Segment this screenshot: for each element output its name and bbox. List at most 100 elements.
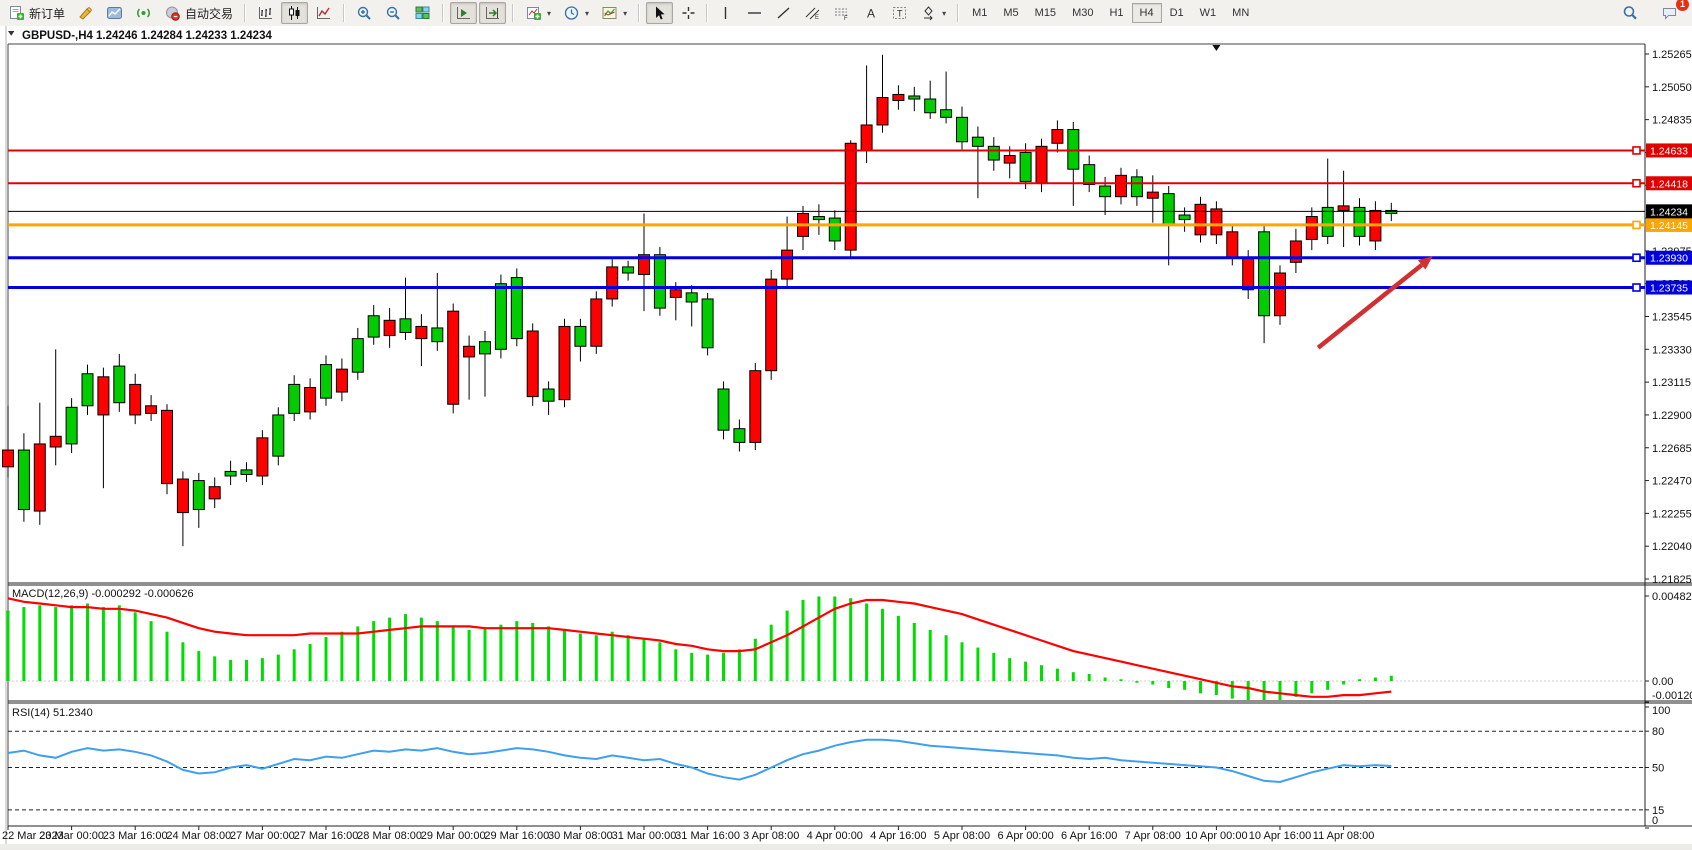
chart-profile-button[interactable] <box>101 2 128 24</box>
svg-text:1.24418: 1.24418 <box>1650 178 1688 190</box>
crayon-button[interactable] <box>72 2 99 24</box>
toolbar-separator <box>706 4 708 22</box>
svg-text:28 Mar 08:00: 28 Mar 08:00 <box>357 830 422 842</box>
crayon-icon <box>77 5 94 21</box>
timeframe-d1-button[interactable]: D1 <box>1162 3 1192 23</box>
svg-text:27 Mar 16:00: 27 Mar 16:00 <box>294 830 359 842</box>
shapes-button[interactable]: ▾ <box>915 2 951 24</box>
price-badge: 1.24145 <box>1646 218 1692 232</box>
toolbar-group-trade: 新订单 自动交易 <box>0 0 241 26</box>
toolbar-separator <box>244 4 246 22</box>
hline-handle <box>1633 180 1640 187</box>
bar-chart-icon <box>257 5 274 21</box>
svg-text:6 Apr 00:00: 6 Apr 00:00 <box>997 830 1053 842</box>
label-icon: T <box>891 5 908 21</box>
svg-text:10 Apr 16:00: 10 Apr 16:00 <box>1249 830 1311 842</box>
auto-trading-button[interactable]: 自动交易 <box>159 2 238 25</box>
toolbar-group-chart-type <box>249 0 340 26</box>
chart-profile-icon <box>106 5 123 21</box>
svg-text:0.004828: 0.004828 <box>1652 591 1692 603</box>
notification-badge: 1 <box>1676 0 1689 11</box>
timeframe-h4-button[interactable]: H4 <box>1132 3 1162 23</box>
svg-text:F: F <box>844 16 848 21</box>
chart-title-symbol: GBPUSD-,H4 <box>22 30 94 42</box>
toolbar-group-indicators: ▾ ▾ ▾ <box>517 0 635 26</box>
label-button[interactable]: T <box>886 2 913 24</box>
tile-windows-button[interactable] <box>409 2 436 24</box>
svg-text:1.22685: 1.22685 <box>1652 443 1692 455</box>
svg-text:1.24835: 1.24835 <box>1652 115 1692 127</box>
chevron-down-icon: ▾ <box>585 9 589 18</box>
price-badge: 1.24633 <box>1646 143 1692 157</box>
chart-canvas[interactable]: 1.252651.250501.248351.246201.244051.241… <box>0 26 1692 850</box>
svg-text:A: A <box>867 7 875 21</box>
svg-text:100: 100 <box>1652 705 1670 717</box>
timeframe-m15-button[interactable]: M15 <box>1027 3 1064 23</box>
timeframe-h1-button[interactable]: H1 <box>1101 3 1131 23</box>
add-indicator-button[interactable]: ▾ <box>520 2 556 24</box>
text-icon: A <box>862 5 879 21</box>
svg-text:31 Mar 00:00: 31 Mar 00:00 <box>612 830 677 842</box>
svg-text:29 Mar 00:00: 29 Mar 00:00 <box>421 830 486 842</box>
svg-text:1.22255: 1.22255 <box>1652 508 1692 520</box>
price-badge: 1.23735 <box>1646 281 1692 295</box>
svg-text:29 Mar 16:00: 29 Mar 16:00 <box>484 830 549 842</box>
toolbar-separator <box>442 4 444 22</box>
toolbar-group-objects: E F A T ▾ <box>643 0 954 26</box>
zoom-out-button[interactable] <box>380 2 407 24</box>
timeframe-m5-button[interactable]: M5 <box>995 3 1026 23</box>
svg-text:1.22900: 1.22900 <box>1652 410 1692 422</box>
line-chart-button[interactable] <box>310 2 337 24</box>
template-button[interactable]: ▾ <box>596 2 632 24</box>
channel-button[interactable]: E <box>799 2 826 24</box>
add-indicator-icon <box>525 5 542 21</box>
svg-text:E: E <box>815 15 819 21</box>
timeframe-m30-button[interactable]: M30 <box>1064 3 1101 23</box>
channel-icon: E <box>804 5 821 21</box>
svg-text:1.23930: 1.23930 <box>1650 253 1688 265</box>
chevron-down-icon: ▾ <box>547 9 551 18</box>
search-button[interactable] <box>1617 2 1644 24</box>
horizontal-line-button[interactable] <box>741 2 768 24</box>
text-button[interactable]: A <box>857 2 884 24</box>
timeframe-w1-button[interactable]: W1 <box>1192 3 1225 23</box>
svg-text:23 Mar 00:00: 23 Mar 00:00 <box>39 830 104 842</box>
cursor-button[interactable] <box>646 2 673 24</box>
fibonacci-button[interactable]: F <box>828 2 855 24</box>
signal-icon <box>135 5 152 21</box>
svg-text:1.24633: 1.24633 <box>1650 145 1688 157</box>
zoom-in-button[interactable] <box>351 2 378 24</box>
period-button[interactable]: ▾ <box>558 2 594 24</box>
chart-shift-icon <box>484 5 501 21</box>
notifications-button[interactable]: 1 <box>1656 2 1683 24</box>
svg-text:27 Mar 00:00: 27 Mar 00:00 <box>230 830 295 842</box>
svg-text:3 Apr 08:00: 3 Apr 08:00 <box>743 830 799 842</box>
bar-chart-button[interactable] <box>252 2 279 24</box>
candlestick-button[interactable] <box>281 2 308 24</box>
auto-trading-label: 自动交易 <box>185 5 233 22</box>
chevron-down-icon: ▾ <box>623 9 627 18</box>
new-order-button[interactable]: 新订单 <box>3 2 70 25</box>
toolbar-separator <box>512 4 514 22</box>
tile-windows-icon <box>414 5 431 21</box>
auto-scroll-button[interactable] <box>450 2 477 24</box>
timeframe-m1-button[interactable]: M1 <box>964 3 995 23</box>
timeframe-mn-button[interactable]: MN <box>1224 3 1257 23</box>
svg-text:T: T <box>897 9 903 19</box>
hline-handle <box>1633 147 1640 154</box>
toolbar-group-zoom <box>348 0 439 26</box>
svg-text:7 Apr 08:00: 7 Apr 08:00 <box>1125 830 1181 842</box>
svg-text:5 Apr 08:00: 5 Apr 08:00 <box>934 830 990 842</box>
chart-window[interactable]: 1.252651.250501.248351.246201.244051.241… <box>0 26 1692 850</box>
chat-icon <box>1661 5 1678 21</box>
trendline-icon <box>775 5 792 21</box>
svg-text:1.23330: 1.23330 <box>1652 344 1692 356</box>
toolbar-right: 1 <box>1616 2 1692 24</box>
svg-text:1.25265: 1.25265 <box>1652 49 1692 61</box>
rsi-label: RSI(14) 51.2340 <box>12 707 93 719</box>
trendline-button[interactable] <box>770 2 797 24</box>
signal-button[interactable] <box>130 2 157 24</box>
crosshair-button[interactable] <box>675 2 702 24</box>
vertical-line-button[interactable] <box>712 2 739 24</box>
chart-shift-button[interactable] <box>479 2 506 24</box>
